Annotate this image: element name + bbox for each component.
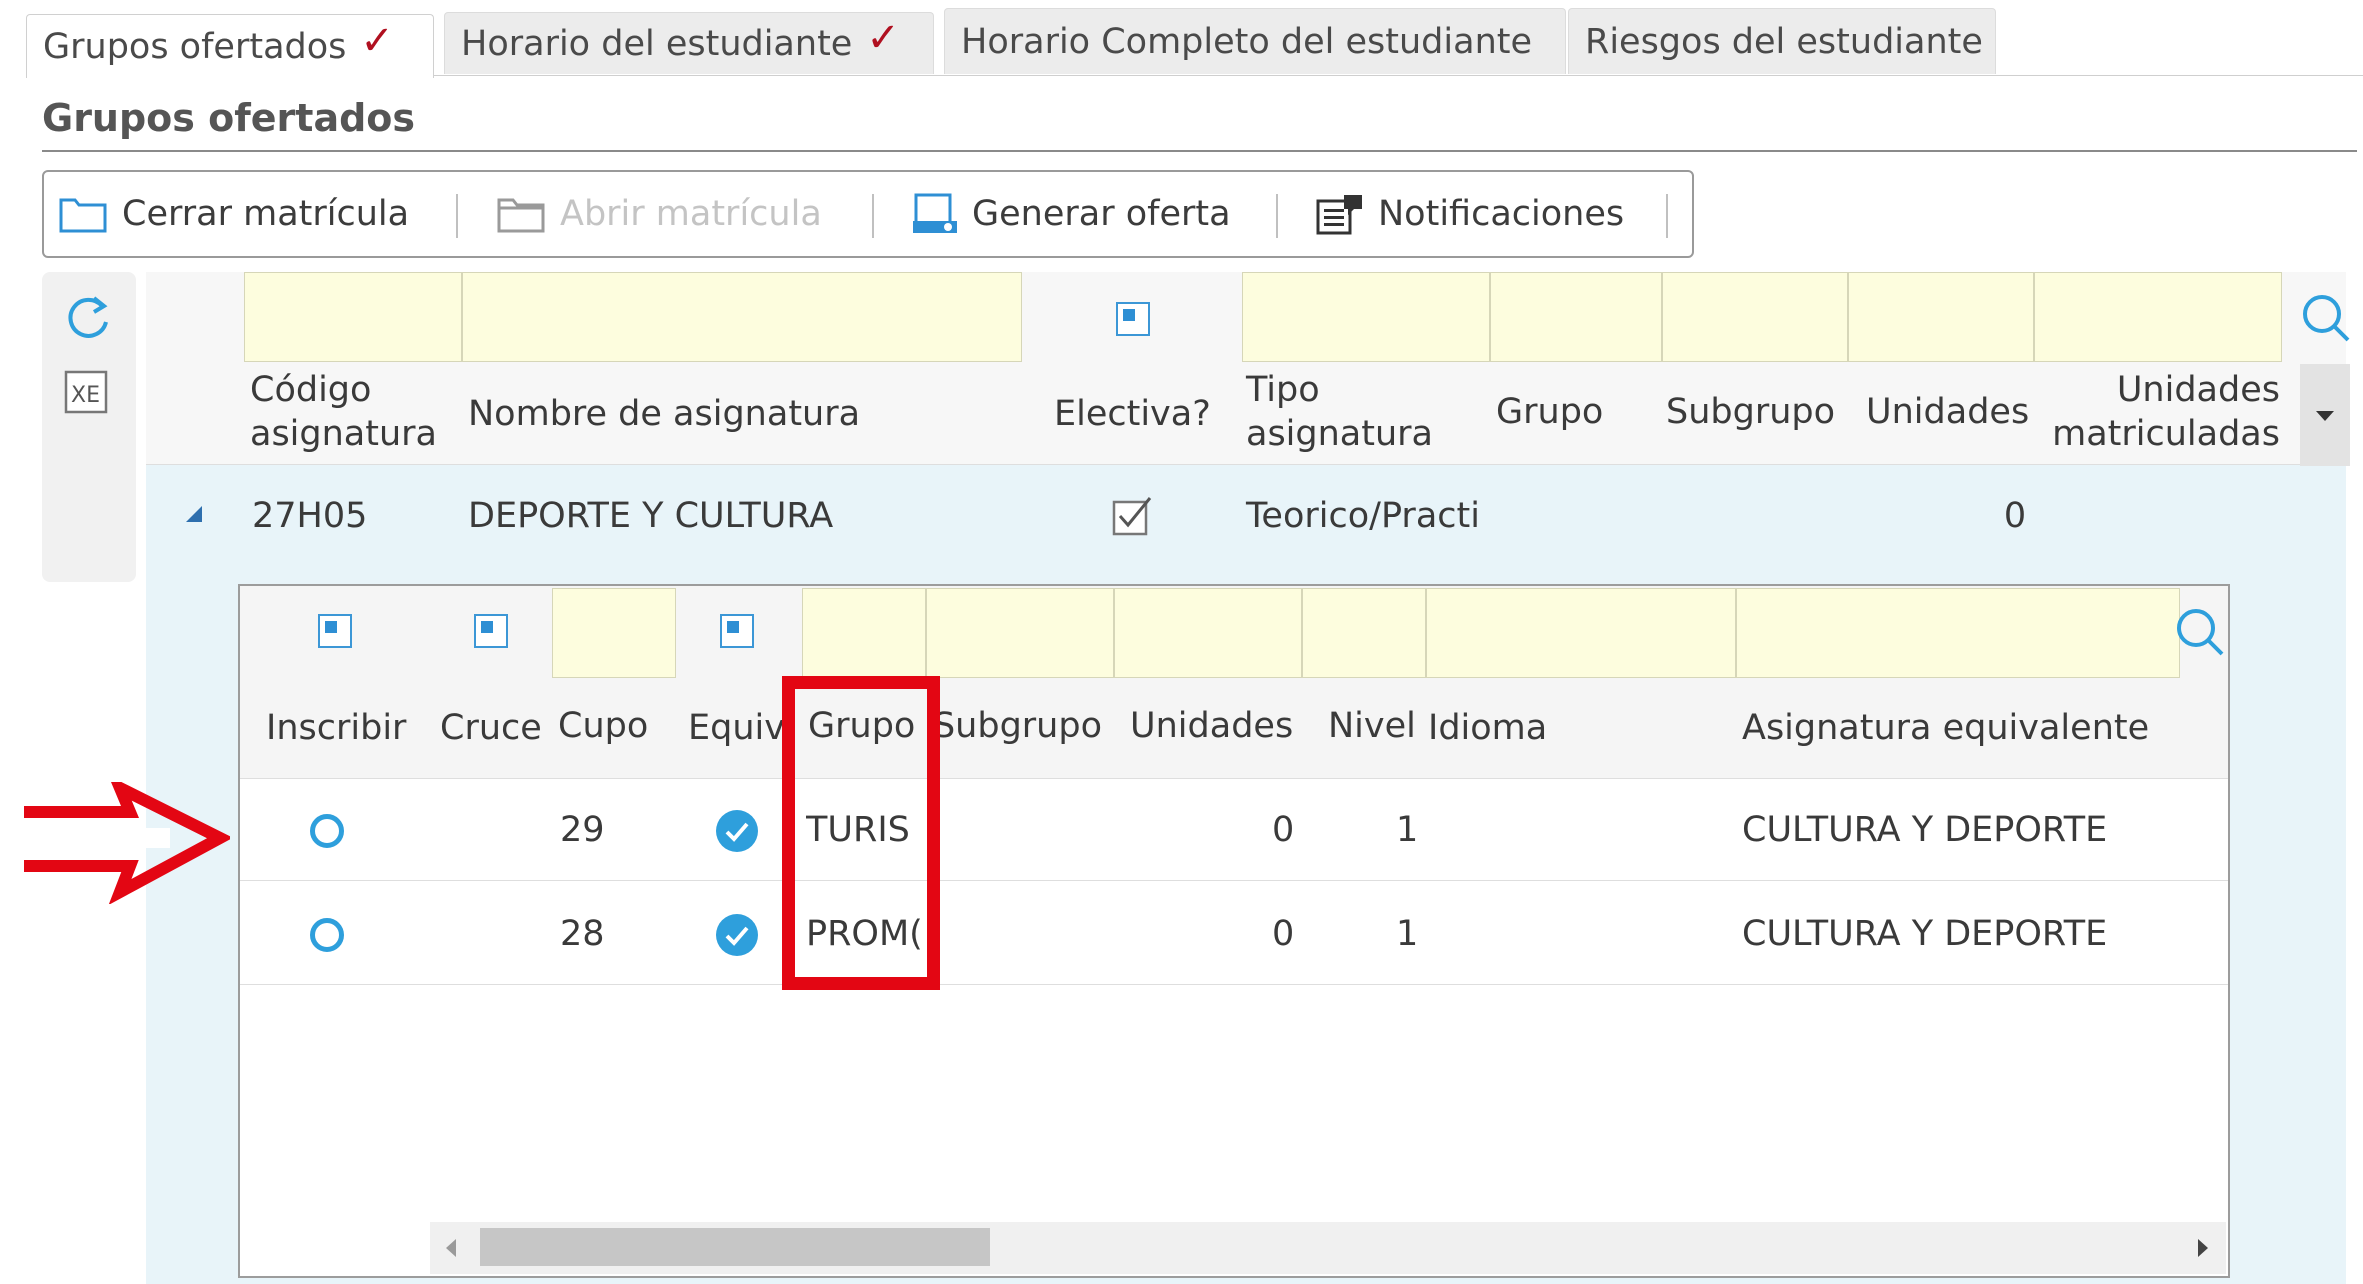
row-units: 0 xyxy=(1272,914,1295,954)
column-header-enrolled-units[interactable]: Unidades matriculadas xyxy=(2044,368,2280,456)
filter-quota-input[interactable] xyxy=(552,588,676,678)
column-header-type[interactable]: Tipo asignatura xyxy=(1246,368,1433,456)
scrollbar-thumb[interactable] xyxy=(480,1228,990,1266)
filter-elective-checkbox[interactable] xyxy=(1116,302,1150,336)
column-header-name[interactable]: Nombre de asignatura xyxy=(468,392,860,436)
generate-offer-button[interactable]: Generar oferta xyxy=(910,172,1231,256)
tab-label: Grupos ofertados xyxy=(43,26,347,67)
notifications-button[interactable]: Notificaciones xyxy=(1314,172,1624,256)
filter-units-input[interactable] xyxy=(1848,272,2034,362)
row-level: 1 xyxy=(1396,810,1419,850)
scroll-right-icon[interactable] xyxy=(2194,1236,2212,1260)
column-header-elective[interactable]: Electiva? xyxy=(1054,392,1211,436)
tab-riesgos-estudiante[interactable]: Riesgos del estudiante xyxy=(1568,8,1996,74)
filter-enroll-checkbox[interactable] xyxy=(318,614,352,648)
row-divider xyxy=(240,984,2228,985)
section-title: Grupos ofertados xyxy=(42,96,416,140)
sub-column-header-enroll[interactable]: Inscribir xyxy=(266,706,406,750)
row-equivalent-subject: CULTURA Y DEPORTE xyxy=(1742,810,2108,850)
column-header-code[interactable]: Código asignatura xyxy=(250,368,437,456)
checked-circle-icon xyxy=(716,914,758,956)
filter-sub-group-input[interactable] xyxy=(802,588,926,678)
filter-code-input[interactable] xyxy=(244,272,462,362)
dropdown-arrow-icon[interactable] xyxy=(2314,408,2336,424)
scroll-left-icon[interactable] xyxy=(442,1236,460,1260)
sub-column-header-equiv[interactable]: Equiv xyxy=(688,706,784,750)
filter-enrolled-units-input[interactable] xyxy=(2034,272,2282,362)
row-type: Teorico/Practi xyxy=(1246,496,1480,536)
notifications-icon xyxy=(1316,195,1362,235)
svg-text:XE: XE xyxy=(71,383,100,408)
row-quota: 28 xyxy=(560,914,605,954)
tab-grupos-ofertados[interactable]: Grupos ofertados ✓ xyxy=(26,14,434,78)
row-level: 1 xyxy=(1396,914,1419,954)
row-equivalent-subject: CULTURA Y DEPORTE xyxy=(1742,914,2108,954)
sub-column-header-units[interactable]: Unidades xyxy=(1130,704,1293,748)
row-code: 27H05 xyxy=(252,496,368,536)
column-header-units[interactable]: Unidades xyxy=(1866,390,2029,434)
enroll-radio[interactable] xyxy=(310,918,344,952)
sub-column-header-cross[interactable]: Cruce xyxy=(440,706,542,750)
sub-column-header-equivalent-subject[interactable]: Asignatura equivalente xyxy=(1742,706,2149,750)
filter-equiv-checkbox[interactable] xyxy=(720,614,754,648)
toolbar-separator xyxy=(872,194,874,238)
tab-horario-completo[interactable]: Horario Completo del estudiante xyxy=(944,8,1566,74)
toolbar: Cerrar matrícula Abrir matrícula Generar… xyxy=(42,170,1694,258)
filter-name-input[interactable] xyxy=(462,272,1022,362)
filter-subgroup-input[interactable] xyxy=(1662,272,1848,362)
elective-checkbox-icon xyxy=(1112,497,1152,536)
refresh-icon[interactable] xyxy=(62,292,114,344)
check-mark-icon: ✓ xyxy=(360,17,394,64)
column-header-group[interactable]: Grupo xyxy=(1496,390,1603,434)
tab-divider xyxy=(434,75,2363,76)
filter-equivalent-subject-input[interactable] xyxy=(1736,588,2180,678)
filter-sub-subgroup-input[interactable] xyxy=(926,588,1114,678)
sub-column-header-quota[interactable]: Cupo xyxy=(558,704,648,748)
filter-sub-units-input[interactable] xyxy=(1114,588,1302,678)
checked-circle-icon xyxy=(716,810,758,852)
enroll-radio[interactable] xyxy=(310,814,344,848)
filter-group-input[interactable] xyxy=(1490,272,1662,362)
filter-level-input[interactable] xyxy=(1302,588,1426,678)
sub-column-header-subgroup[interactable]: Subgrupo xyxy=(936,704,1102,748)
toolbar-separator xyxy=(1276,194,1278,238)
open-enrollment-button[interactable]: Abrir matrícula xyxy=(496,172,822,256)
tab-label: Horario Completo del estudiante xyxy=(961,21,1533,62)
row-divider xyxy=(240,880,2228,881)
search-icon[interactable] xyxy=(2298,290,2354,346)
section-divider xyxy=(42,150,2357,152)
close-folder-icon xyxy=(59,198,107,233)
row-name: DEPORTE Y CULTURA xyxy=(468,496,834,536)
row-quota: 29 xyxy=(560,810,605,850)
tab-horario-estudiante[interactable]: Horario del estudiante ✓ xyxy=(444,12,934,74)
highlight-box xyxy=(782,676,940,990)
row-units: 0 xyxy=(1272,810,1295,850)
toolbar-separator xyxy=(456,194,458,238)
search-icon[interactable] xyxy=(2172,604,2228,660)
row-enrolled-units: 0 xyxy=(2003,496,2027,536)
red-arrow-icon xyxy=(24,782,230,904)
check-mark-icon: ✓ xyxy=(866,14,900,61)
generate-offer-icon xyxy=(913,193,957,233)
filter-cross-checkbox[interactable] xyxy=(474,614,508,648)
tab-label: Riesgos del estudiante xyxy=(1585,21,1983,62)
sub-column-header-level[interactable]: Nivel xyxy=(1328,704,1416,748)
filter-language-input[interactable] xyxy=(1426,588,1736,678)
tab-label: Horario del estudiante xyxy=(461,23,853,64)
sub-column-header-language[interactable]: Idioma xyxy=(1428,706,1547,750)
open-folder-icon xyxy=(497,198,545,233)
close-enrollment-button[interactable]: Cerrar matrícula xyxy=(58,172,409,256)
filter-type-input[interactable] xyxy=(1242,272,1490,362)
column-header-subgroup[interactable]: Subgrupo xyxy=(1666,390,1835,434)
toolbar-separator xyxy=(1666,194,1668,238)
excel-export-icon[interactable]: XE xyxy=(62,368,112,418)
expand-triangle-icon[interactable] xyxy=(182,502,206,526)
